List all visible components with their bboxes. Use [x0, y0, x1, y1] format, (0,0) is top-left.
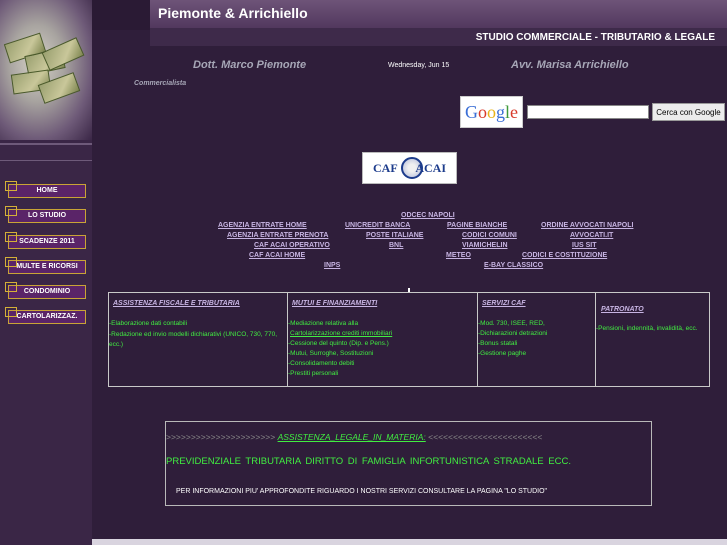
link-ebay[interactable]: E-BAY CLASSICO	[484, 262, 543, 269]
link-inps[interactable]: INPS	[324, 262, 340, 269]
sidebar: HOME LO STUDIO SCADENZE 2011 MULTE E RIC…	[0, 0, 92, 545]
caf-logo-left: CAF	[373, 161, 398, 175]
google-search-button[interactable]: Cerca con Google	[652, 103, 725, 121]
services-column-fiscale: ASSISTENZA FISCALE E TRIBUTARIA -Elabora…	[109, 293, 288, 386]
services-heading[interactable]: MUTUI E FINANZIAMENTI	[292, 300, 377, 307]
link-viamichelin[interactable]: VIAMICHELIN	[462, 242, 508, 249]
link-unicredit[interactable]: UNICREDIT BANCA	[345, 222, 410, 229]
link-bnl[interactable]: BNL	[389, 242, 403, 249]
service-item: ecc.)	[109, 341, 124, 348]
nav-home-button[interactable]: HOME	[5, 181, 86, 198]
legal-heading: >>>>>>>>>>>>>>>>>>>>>> ASSISTENZA_LEGALE…	[166, 432, 542, 442]
dott-name: Dott. Marco Piemonte	[193, 59, 307, 71]
service-item: -Prestiti personali	[288, 370, 339, 377]
brand-title: Piemonte & Arrichiello	[158, 5, 308, 21]
nav-label: CONDOMINIO	[23, 288, 71, 295]
link-agenzia-home[interactable]: AGENZIA ENTRATE HOME	[218, 222, 307, 229]
link-odcec[interactable]: ODCEC NAPOLI	[401, 212, 455, 219]
legal-assistance-box: >>>>>>>>>>>>>>>>>>>>>> ASSISTENZA_LEGALE…	[165, 421, 652, 506]
services-column-mutui: MUTUI E FINANZIAMENTI -Mediazione relati…	[288, 293, 478, 386]
link-codici-comuni[interactable]: CODICI COMUNI	[462, 232, 517, 239]
service-item: -Dichiarazioni detrazioni	[478, 330, 548, 337]
services-table: ASSISTENZA FISCALE E TRIBUTARIA -Elabora…	[108, 292, 710, 387]
bracket-icon	[5, 206, 17, 216]
services-column-caf: SERVIZI CAF -Mod. 730, ISEE, RED, -Dichi…	[478, 293, 596, 386]
link-meteo[interactable]: METEO	[446, 252, 471, 259]
link-poste[interactable]: POSTE ITALIANE	[366, 232, 423, 239]
link-pagine-bianche[interactable]: PAGINE BIANCHE	[447, 222, 507, 229]
service-item: -Gestione paghe	[478, 350, 527, 357]
avv-name: Avv. Marisa Arrichiello	[511, 59, 629, 71]
service-item: -Mutui, Surroghe, Sostituzioni	[288, 350, 374, 357]
google-logo[interactable]: Google	[460, 96, 523, 128]
service-item: -Mediazione relativa alla	[288, 320, 359, 327]
arrows-left: >>>>>>>>>>>>>>>>>>>>>>	[166, 432, 276, 442]
link-avvocati-it[interactable]: AVVOCATI.IT	[570, 232, 613, 239]
bracket-icon	[5, 257, 17, 267]
sidebar-divider	[0, 160, 92, 161]
service-item: -Consolidamento debiti	[288, 360, 355, 367]
services-heading[interactable]: PATRONATO	[601, 306, 644, 313]
link-ius-sit[interactable]: IUS SIT	[572, 242, 597, 249]
bracket-icon	[5, 307, 17, 317]
service-item: -Elaborazione dati contabili	[109, 320, 188, 327]
nav-label: MULTE E RICORSI	[16, 263, 78, 270]
nav-multe-button[interactable]: MULTE E RICORSI	[5, 257, 86, 274]
role-label: Commercialista	[134, 80, 187, 87]
services-heading[interactable]: ASSISTENZA FISCALE E TRIBUTARIA	[113, 300, 240, 307]
nav-label: HOME	[36, 187, 58, 194]
nav-label: LO STUDIO	[27, 212, 67, 219]
caf-acai-logo[interactable]: CAF ACAI	[362, 152, 457, 184]
legal-title-link[interactable]: ASSISTENZA_LEGALE_IN_MATERIA:	[278, 432, 426, 442]
arrows-right: <<<<<<<<<<<<<<<<<<<<<<<	[428, 432, 543, 442]
legal-areas: PREVIDENZIALE TRIBUTARIA DIRITTO DI FAMI…	[166, 456, 571, 467]
nav-label: SCADENZE 2011	[19, 238, 75, 245]
service-item: -Bonus statali	[478, 340, 518, 347]
link-ordine-avvocati[interactable]: ORDINE AVVOCATI NAPOLI	[541, 222, 633, 229]
bracket-icon	[5, 282, 17, 292]
bracket-icon	[5, 181, 17, 191]
link-codici-costituzione[interactable]: CODICI E COSTITUZIONE	[522, 252, 607, 259]
link-caf-home[interactable]: CAF ACAI HOME	[249, 252, 305, 259]
service-item: -Pensioni, indennità, invalidità, ecc.	[596, 325, 698, 332]
bracket-icon	[5, 232, 17, 242]
banknotes-image	[0, 0, 92, 140]
bottom-bar	[92, 539, 727, 545]
nav-cartolarizzaz-button[interactable]: CARTOLARIZZAZ.	[5, 307, 86, 324]
nav-condominio-button[interactable]: CONDOMINIO	[5, 282, 86, 299]
service-item: -Mod. 730, ISEE, RED,	[478, 320, 545, 327]
caf-logo-right: ACAI	[415, 161, 446, 175]
service-link[interactable]: Cartolarizzazione crediti immobiliari	[290, 330, 392, 337]
sidebar-divider	[0, 143, 92, 145]
nav-lo-studio-button[interactable]: LO STUDIO	[5, 206, 86, 223]
nav-scadenze-button[interactable]: SCADENZE 2011	[5, 232, 86, 249]
services-column-patronato: PATRONATO -Pensioni, indennità, invalidi…	[596, 293, 709, 386]
legal-info: PER INFORMAZIONI PIU' APPROFONDITE RIGUA…	[176, 488, 548, 495]
current-date: Wednesday, Jun 15	[388, 62, 450, 69]
link-agenzia-prenota[interactable]: AGENZIA ENTRATE PRENOTA	[227, 232, 328, 239]
google-search-input[interactable]	[527, 105, 649, 119]
link-caf-operativo[interactable]: CAF ACAI OPERATIVO	[254, 242, 330, 249]
service-item: -Cessione del quinto (Dip. e Pens.)	[288, 340, 389, 347]
service-item: -Redazione ed invio modelli dichiarativi…	[109, 331, 277, 338]
studio-subtitle: STUDIO COMMERCIALE - TRIBUTARIO & LEGALE	[475, 32, 715, 43]
nav-label: CARTOLARIZZAZ.	[16, 313, 78, 320]
services-heading[interactable]: SERVIZI CAF	[482, 300, 526, 307]
